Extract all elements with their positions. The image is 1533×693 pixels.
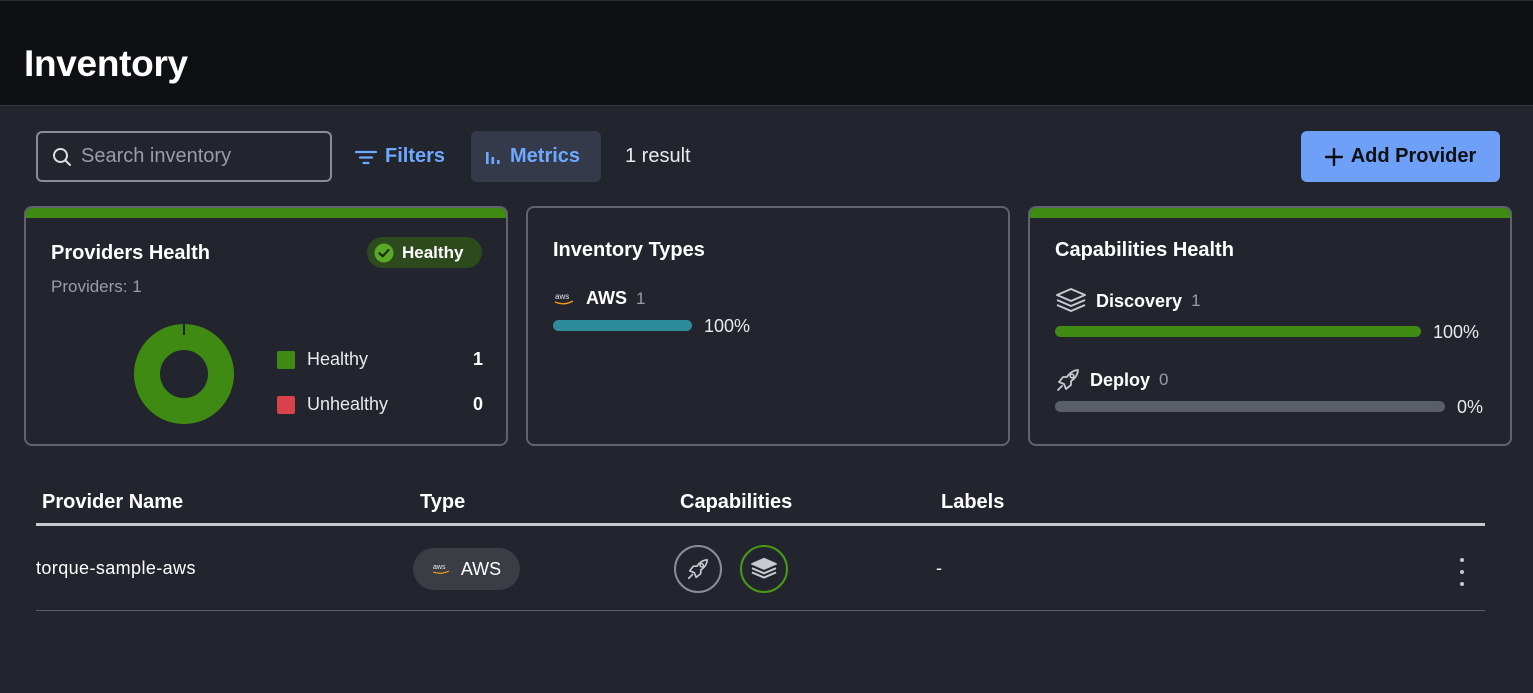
type-name: AWS — [586, 288, 628, 308]
capability-discovery: Discovery 1 — [1055, 287, 1201, 315]
inventory-type-aws: aws AWS 1 — [553, 288, 645, 309]
legend-value: 0 — [472, 394, 483, 414]
legend-item-healthy: Healthy 1 — [277, 349, 483, 370]
capability-percent: 100% — [1433, 322, 1480, 342]
progress-fill — [553, 320, 692, 331]
column-header-capabilities[interactable]: Capabilities — [680, 491, 792, 514]
rocket-icon — [1057, 369, 1079, 391]
badge-label: Healthy — [402, 242, 464, 262]
card-title: Inventory Types — [553, 239, 705, 261]
capability-count: 1 — [1191, 291, 1201, 310]
page-header: Inventory — [0, 0, 1533, 106]
metrics-button[interactable]: Metrics — [471, 131, 601, 182]
rocket-icon — [687, 558, 709, 580]
add-provider-label: Add Provider — [1350, 145, 1477, 167]
providers-count: Providers: 1 — [51, 277, 142, 296]
legend-value: 1 — [472, 349, 483, 369]
card-title: Capabilities Health — [1055, 239, 1234, 261]
table-header-divider — [36, 523, 1485, 526]
aws-logo-icon: aws — [432, 564, 450, 574]
plus-icon — [1324, 147, 1343, 166]
result-count: 1 result — [625, 145, 691, 167]
legend-item-unhealthy: Unhealthy 0 — [277, 394, 483, 415]
page-title: Inventory — [24, 43, 188, 84]
health-status-bar — [26, 208, 506, 218]
provider-name-cell[interactable]: torque-sample-aws — [36, 558, 196, 579]
check-circle-icon — [374, 243, 394, 262]
layers-icon — [1056, 288, 1086, 312]
providers-health-card: Providers Health Healthy Providers: 1 He… — [24, 206, 508, 446]
svg-text:aws: aws — [433, 564, 446, 571]
capability-count: 0 — [1159, 370, 1169, 389]
inventory-types-card: Inventory Types aws AWS 1 100% — [526, 206, 1010, 446]
filters-button[interactable]: Filters — [355, 131, 445, 182]
status-badge: Healthy — [367, 237, 482, 268]
search-icon — [53, 147, 71, 166]
deploy-capability-indicator[interactable] — [674, 545, 722, 593]
search-input[interactable] — [81, 145, 311, 168]
legend-label: Healthy — [307, 349, 369, 369]
row-divider — [36, 610, 1485, 611]
capability-name: Discovery — [1096, 290, 1183, 311]
health-status-bar — [1030, 208, 1510, 218]
capability-name: Deploy — [1090, 369, 1151, 390]
svg-text:aws: aws — [555, 292, 569, 301]
type-count: 1 — [636, 288, 646, 308]
search-input-box[interactable] — [36, 131, 332, 182]
column-header-labels[interactable]: Labels — [941, 491, 1004, 514]
metrics-label: Metrics — [510, 145, 581, 167]
row-actions-kebab-icon[interactable] — [1450, 558, 1474, 586]
legend-swatch — [277, 350, 295, 369]
filter-icon — [355, 150, 377, 164]
capability-percent: 0% — [1457, 397, 1484, 417]
aws-logo-icon: aws — [554, 292, 574, 304]
capability-progress-bar — [1055, 401, 1445, 412]
type-percent: 100% — [704, 316, 751, 336]
capability-deploy: Deploy 0 — [1055, 367, 1168, 393]
discovery-capability-indicator[interactable] — [740, 545, 788, 593]
progress-fill — [1055, 326, 1421, 337]
legend-label: Unhealthy — [307, 394, 389, 414]
add-provider-button[interactable]: Add Provider — [1301, 131, 1500, 182]
filters-label: Filters — [385, 145, 446, 167]
card-title: Providers Health — [51, 242, 210, 264]
column-header-type[interactable]: Type — [420, 491, 465, 514]
legend-swatch — [277, 395, 295, 414]
type-label: AWS — [460, 558, 502, 579]
column-header-provider-name[interactable]: Provider Name — [42, 491, 183, 514]
type-pill: aws AWS — [413, 548, 520, 590]
type-progress-bar — [553, 320, 692, 331]
labels-cell: - — [936, 558, 942, 578]
layers-icon — [751, 557, 777, 579]
capability-progress-bar — [1055, 326, 1421, 337]
health-donut-chart — [134, 323, 234, 424]
bar-chart-icon — [486, 151, 500, 164]
capabilities-health-card: Capabilities Health Discovery 1 100% Dep… — [1028, 206, 1512, 446]
